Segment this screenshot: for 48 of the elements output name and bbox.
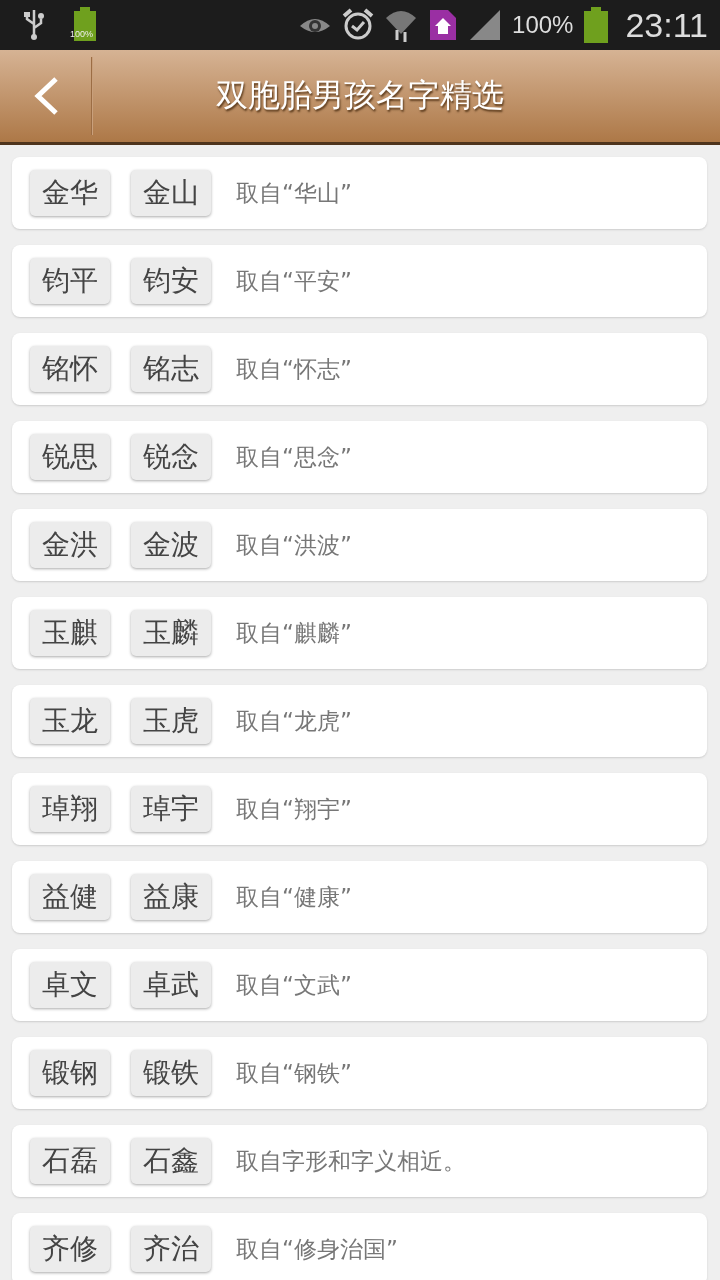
name-origin: 取自“华山” — [236, 178, 352, 208]
name-origin: 取自“平安” — [236, 266, 352, 296]
name-tag[interactable]: 玉麒 — [30, 610, 110, 656]
wifi-icon — [384, 8, 419, 42]
name-tag[interactable]: 石磊 — [30, 1138, 110, 1184]
name-tag[interactable]: 石鑫 — [131, 1138, 211, 1184]
name-tag[interactable]: 金洪 — [30, 522, 110, 568]
alarm-clock-icon — [342, 8, 375, 42]
usb-icon — [22, 8, 46, 42]
name-tag[interactable]: 锻铁 — [131, 1050, 211, 1096]
name-tag[interactable]: 琸翔 — [30, 786, 110, 832]
name-tag[interactable]: 玉麟 — [131, 610, 211, 656]
name-tag[interactable]: 琸宇 — [131, 786, 211, 832]
name-tag[interactable]: 金华 — [30, 170, 110, 216]
home-icon — [428, 8, 459, 42]
name-origin: 取自“翔宇” — [236, 794, 352, 824]
name-tag[interactable]: 钧平 — [30, 258, 110, 304]
name-origin: 取自“健康” — [236, 882, 352, 912]
name-tag[interactable]: 玉虎 — [131, 698, 211, 744]
name-origin: 取自“文武” — [236, 970, 352, 1000]
name-origin: 取自“钢铁” — [236, 1058, 352, 1088]
name-tag[interactable]: 齐治 — [131, 1226, 211, 1272]
name-origin: 取自“龙虎” — [236, 706, 352, 736]
name-origin: 取自“修身治国” — [236, 1234, 398, 1264]
name-tag[interactable]: 锐念 — [131, 434, 211, 480]
clock-time: 23:11 — [625, 5, 708, 45]
name-origin: 取自“思念” — [236, 442, 352, 472]
name-origin: 取自“麒麟” — [236, 618, 352, 648]
name-tag[interactable]: 铭怀 — [30, 346, 110, 392]
name-tag[interactable]: 齐修 — [30, 1226, 110, 1272]
battery-percent: 100% — [512, 11, 574, 39]
name-origin: 取自“洪波” — [236, 530, 352, 560]
name-tag[interactable]: 铭志 — [131, 346, 211, 392]
name-tag[interactable]: 益康 — [131, 874, 211, 920]
name-tag[interactable]: 锐思 — [30, 434, 110, 480]
name-tag[interactable]: 益健 — [30, 874, 110, 920]
name-tag[interactable]: 玉龙 — [30, 698, 110, 744]
name-tag[interactable]: 金波 — [131, 522, 211, 568]
name-tag[interactable]: 锻钢 — [30, 1050, 110, 1096]
page-title: 双胞胎男孩名字精选 — [215, 75, 505, 116]
battery-icon — [583, 7, 610, 43]
name-tag[interactable]: 卓武 — [131, 962, 211, 1008]
name-tag[interactable]: 钧安 — [131, 258, 211, 304]
name-tag[interactable]: 金山 — [131, 170, 211, 216]
name-origin: 取自“怀志” — [236, 354, 352, 384]
name-origin: 取自字形和字义相近。 — [236, 1146, 466, 1176]
name-tag[interactable]: 卓文 — [30, 962, 110, 1008]
signal-icon — [468, 10, 503, 40]
